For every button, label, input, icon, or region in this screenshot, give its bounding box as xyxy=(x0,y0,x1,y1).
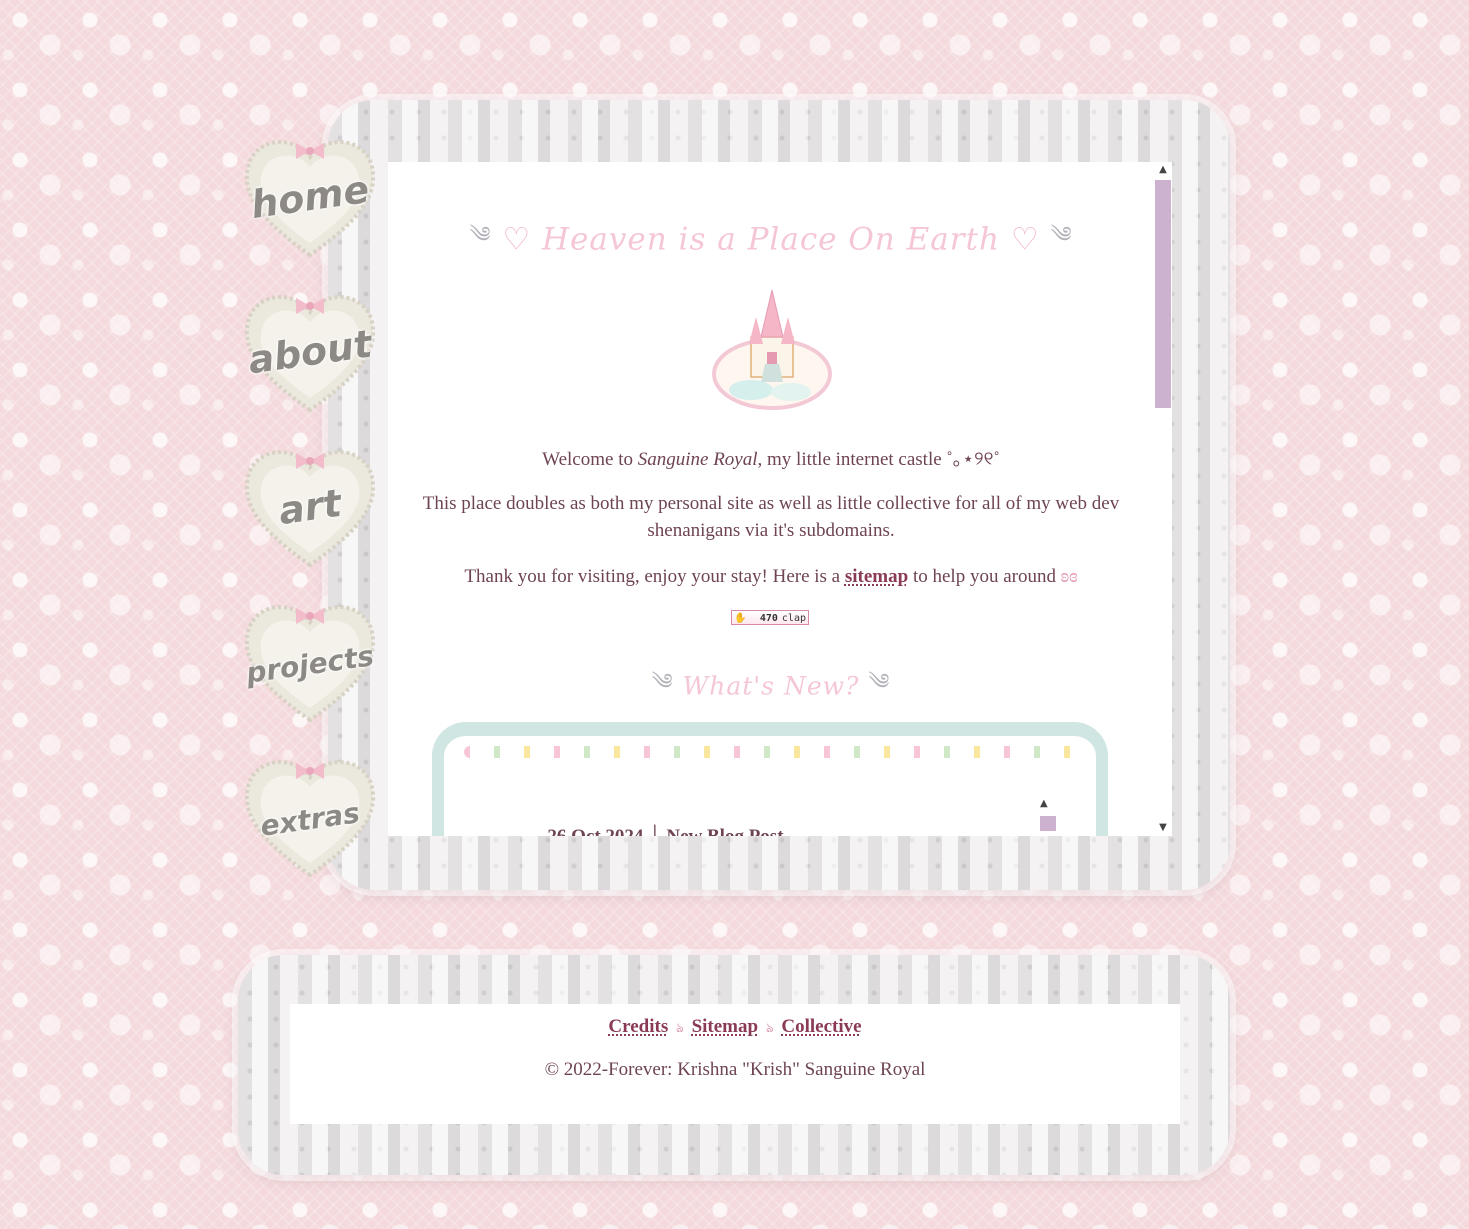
new-badge-icon: new xyxy=(518,835,537,836)
nav-projects-button[interactable]: projects xyxy=(240,590,380,730)
scroll-down-arrow-icon[interactable]: ▼ xyxy=(1154,820,1172,836)
main-scrollbar-thumb[interactable] xyxy=(1155,180,1171,408)
heart-icon: ♡ xyxy=(1010,221,1040,258)
rose-separator-icon: ঌ xyxy=(765,1020,774,1035)
wing-icon: ༄ xyxy=(868,670,891,695)
nav-about-button[interactable]: about xyxy=(240,280,380,420)
news-item: new 26 Oct 2024 │ New Blog Post xyxy=(518,826,784,836)
thanks-suffix: to help you around xyxy=(908,566,1056,587)
main-scroll-area: ༄ ♡ Heaven is a Place On Earth ♡ ༄ Welco… xyxy=(388,162,1154,836)
wing-icon: ༄ xyxy=(651,670,674,695)
heart-icon: ♡ xyxy=(502,221,532,258)
news-scroll-up-arrow-icon[interactable]: ▲ xyxy=(1040,798,1048,809)
main-scrollbar[interactable]: ▲ ▼ xyxy=(1154,162,1172,836)
site-name: Sanguine Royal xyxy=(637,449,758,470)
clap-label: clap xyxy=(781,613,806,624)
lace-garland-decoration xyxy=(464,746,1084,758)
news-separator: │ xyxy=(648,826,666,836)
rose-separator-icon: ঌ xyxy=(675,1020,684,1035)
castle-cloud-image xyxy=(712,289,832,410)
news-lace-box: ▲ new 26 Oct 2024 │ New Blog Post xyxy=(432,722,1108,836)
news-scrollbar-thumb[interactable] xyxy=(1040,816,1056,831)
news-date: 26 Oct 2024 xyxy=(547,826,643,836)
whats-new-heading-text: What's New? xyxy=(682,671,860,701)
nav-art-button[interactable]: art xyxy=(240,435,380,575)
copyright-text: © 2022-Forever: Krishna "Krish" Sanguine… xyxy=(544,1059,926,1080)
scroll-up-arrow-icon[interactable]: ▲ xyxy=(1154,162,1172,178)
footer-credits-link[interactable]: Credits xyxy=(608,1016,668,1037)
sitemap-link[interactable]: sitemap xyxy=(845,566,908,587)
thanks-prefix: Thank you for visiting, enjoy your stay!… xyxy=(464,566,845,587)
footer-links: Credits ঌ Sitemap ঌ Collective xyxy=(290,1016,1180,1040)
whats-new-heading: ༄ What's New? ༄ xyxy=(388,657,1154,719)
clap-count: 470 xyxy=(759,613,778,624)
main-content-panel[interactable]: ༄ ♡ Heaven is a Place On Earth ♡ ༄ Welco… xyxy=(388,162,1172,836)
clap-hands-icon: ✋ xyxy=(734,613,747,624)
footer-sitemap-link[interactable]: Sitemap xyxy=(692,1016,759,1037)
nav-extras-button[interactable]: extras xyxy=(240,745,380,885)
nav-home-button[interactable]: home xyxy=(240,125,380,265)
footer-collective-link[interactable]: Collective xyxy=(781,1016,861,1037)
welcome-text: Welcome to Sanguine Royal, my little int… xyxy=(416,446,1126,473)
main-heading: ༄ ♡ Heaven is a Place On Earth ♡ ༄ xyxy=(388,210,1154,272)
intro-text: This place doubles as both my personal s… xyxy=(422,493,1120,541)
welcome-suffix: , my little internet castle ˚｡⋆୨୧˚ xyxy=(757,449,1000,470)
welcome-prefix: Welcome to xyxy=(542,449,638,470)
bunny-icon: ʚɞ xyxy=(1060,566,1078,587)
clap-button[interactable]: ✋ 470 clap xyxy=(731,610,809,625)
wing-icon: ༄ xyxy=(469,223,492,248)
footer-panel: Credits ঌ Sitemap ঌ Collective © 2022-Fo… xyxy=(290,1004,1180,1124)
wing-icon: ༄ xyxy=(1050,223,1073,248)
news-title: New Blog Post xyxy=(666,826,783,836)
main-heading-text: Heaven is a Place On Earth xyxy=(542,221,1000,258)
thanks-text: Thank you for visiting, enjoy your stay!… xyxy=(416,563,1126,590)
